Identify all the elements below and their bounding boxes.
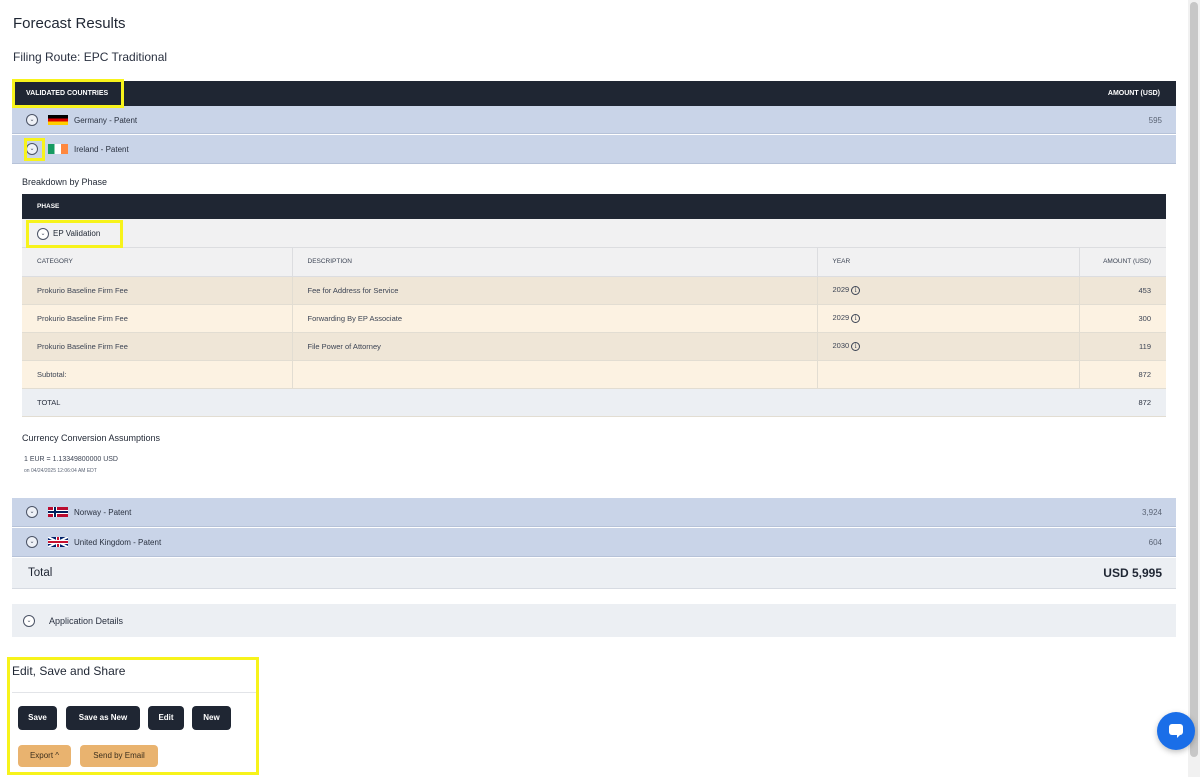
column-header: YEAR — [817, 248, 1080, 277]
country-name: Germany - Patent — [74, 116, 138, 125]
fee-description: File Power of Attorney — [292, 332, 818, 361]
application-details-row[interactable]: ⌄ Application Details — [12, 604, 1176, 637]
save-button[interactable]: Save — [18, 706, 57, 730]
country-row-ireland[interactable]: ⌄ Ireland - Patent — [12, 135, 1176, 164]
phase-total-value: 872 — [1079, 388, 1166, 417]
fee-amount: 300 — [1079, 304, 1166, 333]
country-row-germany[interactable]: ⌄ Germany - Patent 595 — [12, 106, 1176, 134]
phase-row-ep-validation[interactable]: ⌄ EP Validation — [22, 219, 1166, 248]
chevron-toggle-icon[interactable]: ⌄ — [26, 506, 38, 518]
new-button[interactable]: New — [192, 706, 231, 730]
fee-category: Prokurio Baseline Firm Fee — [22, 276, 293, 305]
grand-total-value: USD 5,995 — [1103, 566, 1162, 580]
fee-amount: 453 — [1079, 276, 1166, 305]
uk-flag-icon — [48, 537, 68, 547]
subtotal-value: 872 — [1079, 360, 1166, 389]
fee-year: 2029 — [832, 313, 850, 323]
fee-description: Fee for Address for Service — [292, 276, 818, 305]
breakdown-title: Breakdown by Phase — [22, 177, 108, 187]
export-button[interactable]: Export ^ — [18, 745, 71, 767]
country-amount: 3,924 — [1141, 508, 1162, 517]
country-row-united-kingdom[interactable]: ⌄ United Kingdom - Patent 604 — [12, 528, 1176, 557]
grand-total-label: Total — [28, 567, 53, 579]
scrollbar[interactable] — [1188, 0, 1200, 777]
table-row: Prokurio Baseline Firm Fee Forwarding By… — [22, 304, 1166, 333]
country-name: United Kingdom - Patent — [74, 538, 162, 547]
column-header: DESCRIPTION — [292, 248, 818, 277]
divider — [12, 692, 257, 693]
save-as-new-button[interactable]: Save as New — [66, 706, 140, 730]
phase-header: PHASE — [22, 194, 1166, 219]
filing-route: Filing Route: EPC Traditional — [13, 50, 168, 64]
fee-year-cell: 2030 i — [817, 332, 1080, 361]
fee-category: Prokurio Baseline Firm Fee — [22, 332, 293, 361]
send-by-email-button[interactable]: Send by Email — [80, 745, 158, 767]
fee-year: 2030 — [832, 341, 850, 351]
edit-save-share-panel: Edit, Save and Share Save Save as New Ed… — [12, 659, 257, 771]
phase-name: EP Validation — [53, 229, 101, 238]
table-row: Prokurio Baseline Firm Fee Fee for Addre… — [22, 276, 1166, 305]
scrollbar-thumb[interactable] — [1190, 2, 1198, 757]
fee-year-cell: 2029 i — [817, 304, 1080, 333]
column-header: CATEGORY — [22, 248, 293, 277]
ireland-flag-icon — [48, 144, 68, 154]
fee-year: 2029 — [832, 285, 850, 295]
chevron-toggle-icon[interactable]: ⌄ — [23, 615, 35, 627]
exchange-rate: 1 EUR = 1.13349800000 USD — [24, 456, 118, 463]
country-row-norway[interactable]: ⌄ Norway - Patent 3,924 — [12, 498, 1176, 527]
info-icon[interactable]: i — [851, 313, 861, 323]
amount-header: AMOUNT (USD) — [1107, 90, 1160, 97]
page-title: Forecast Results — [13, 15, 126, 32]
country-name: Ireland - Patent — [74, 145, 129, 154]
chevron-toggle-icon[interactable]: ⌄ — [26, 536, 38, 548]
table-header-row: CATEGORY DESCRIPTION YEAR AMOUNT (USD) — [22, 248, 1166, 277]
chat-button[interactable] — [1157, 712, 1195, 750]
phase-header-label: PHASE — [37, 203, 60, 210]
subtotal-row: Subtotal: 872 — [22, 360, 1166, 389]
fee-category: Prokurio Baseline Firm Fee — [22, 304, 293, 333]
grand-total-row: Total USD 5,995 — [12, 558, 1176, 589]
norway-flag-icon — [48, 507, 68, 517]
country-amount: 595 — [1148, 116, 1162, 125]
share-panel-title: Edit, Save and Share — [12, 664, 126, 678]
forecast-results-page: Forecast Results Filing Route: EPC Tradi… — [0, 0, 1188, 777]
exchange-rate-date: on 04/24/2025 12:06:04 AM EDT — [24, 468, 97, 474]
subtotal-label: Subtotal: — [22, 360, 293, 389]
fee-amount: 119 — [1079, 332, 1166, 361]
country-amount: 604 — [1148, 538, 1162, 547]
phase-total-row: TOTAL 872 — [22, 388, 1166, 417]
info-icon[interactable]: i — [851, 285, 861, 295]
country-name: Norway - Patent — [74, 508, 132, 517]
application-details-label: Application Details — [49, 616, 124, 626]
currency-title: Currency Conversion Assumptions — [22, 433, 161, 443]
chevron-toggle-icon[interactable]: ⌄ — [37, 228, 49, 240]
edit-button[interactable]: Edit — [148, 706, 184, 730]
column-header: AMOUNT (USD) — [1079, 248, 1166, 277]
fee-description: Forwarding By EP Associate — [292, 304, 818, 333]
chevron-toggle-icon[interactable]: ⌄ — [26, 143, 38, 155]
countries-table-header: VALIDATED COUNTRIES AMOUNT (USD) — [12, 81, 1176, 106]
chevron-toggle-icon[interactable]: ⌄ — [26, 114, 38, 126]
fee-year-cell: 2029 i — [817, 276, 1080, 305]
phase-total-label: TOTAL — [22, 388, 292, 417]
germany-flag-icon — [48, 115, 68, 125]
info-icon[interactable]: i — [851, 341, 861, 351]
fee-breakdown-table: CATEGORY DESCRIPTION YEAR AMOUNT (USD) P… — [22, 248, 1166, 417]
validated-countries-header[interactable]: VALIDATED COUNTRIES — [26, 90, 108, 97]
table-row: Prokurio Baseline Firm Fee File Power of… — [22, 332, 1166, 361]
